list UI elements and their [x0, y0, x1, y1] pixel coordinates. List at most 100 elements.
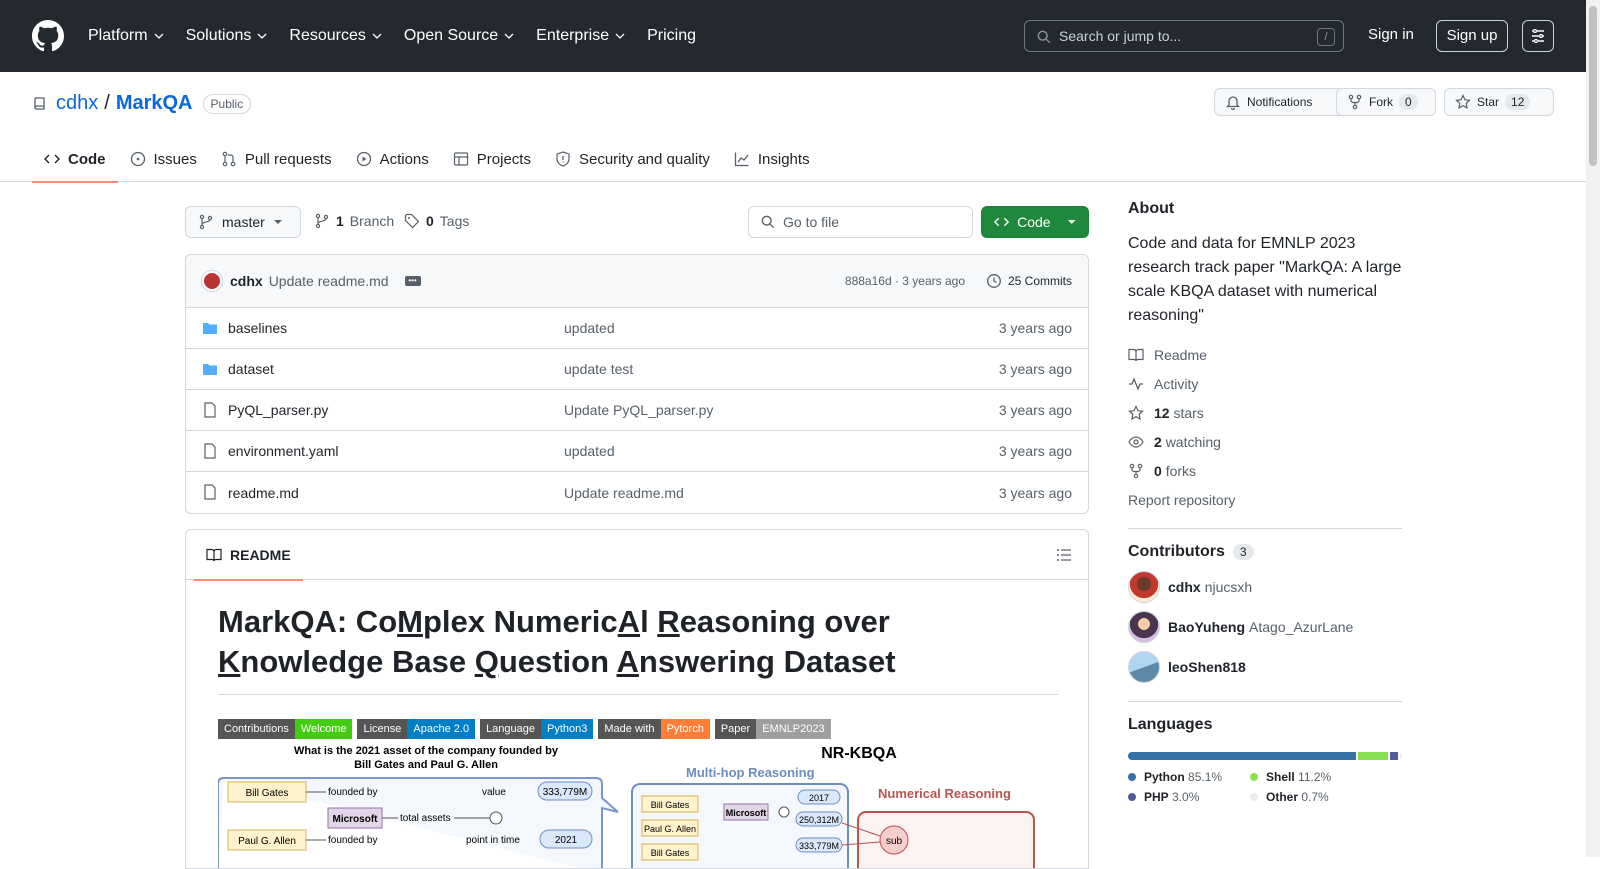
activity-link[interactable]: Activity: [1128, 369, 1402, 398]
star-icon: [1128, 404, 1144, 420]
contributor-item[interactable]: BaoYuheng Atago_AzurLane: [1128, 607, 1402, 647]
contributors-heading[interactable]: Contributors: [1128, 543, 1225, 561]
file-row[interactable]: PyQL_parser.py Update PyQL_parser.py 3 y…: [186, 390, 1088, 431]
commit-hash-time[interactable]: 888a16d · 3 years ago: [845, 274, 965, 288]
readme-title: MarkQA: CoMplex NumericAl Reasoning over…: [218, 602, 1058, 695]
figure-question-line2: Bill Gates and Paul G. Allen: [354, 759, 498, 771]
tab-projects[interactable]: Projects: [441, 136, 543, 182]
chevron-down-icon: [154, 33, 164, 39]
figure-numerical-label: Numerical Reasoning: [878, 786, 1011, 801]
readme-link[interactable]: Readme: [1128, 340, 1402, 369]
sign-in-link[interactable]: Sign in: [1368, 26, 1414, 43]
tab-actions[interactable]: Actions: [344, 136, 441, 182]
nav-solutions[interactable]: Solutions: [186, 27, 268, 45]
tab-pull-requests[interactable]: Pull requests: [209, 136, 344, 182]
star-count: 12: [1505, 94, 1531, 110]
fork-button[interactable]: Fork 0: [1336, 88, 1436, 116]
badge-paper[interactable]: Paper EMNLP2023: [714, 719, 831, 739]
avatar: [1128, 651, 1160, 683]
file-name[interactable]: baselines: [228, 320, 287, 336]
tab-insights[interactable]: Insights: [722, 136, 822, 182]
page-scrollbar-thumb[interactable]: [1589, 6, 1597, 166]
figure-point-in-time-label: point in time: [466, 835, 520, 846]
tab-code[interactable]: Code: [32, 136, 118, 183]
file-commit-message[interactable]: Update readme.md: [564, 485, 684, 501]
tags-link[interactable]: 0 Tags: [404, 213, 469, 229]
notifications-button[interactable]: Notifications: [1214, 88, 1344, 116]
nav-enterprise[interactable]: Enterprise: [536, 27, 625, 45]
forks-link[interactable]: 0 forks: [1128, 456, 1402, 485]
tags-label: Tags: [439, 213, 470, 229]
figure-year: 2021: [555, 835, 578, 846]
file-age: 3 years ago: [998, 361, 1072, 377]
avatar[interactable]: [202, 271, 222, 291]
contributor-item[interactable]: cdhx njucsxh: [1128, 567, 1402, 607]
stars-link[interactable]: 12 stars: [1128, 398, 1402, 427]
figure-microsoft-small-label: Microsoft: [726, 808, 767, 818]
eye-icon: [1128, 435, 1144, 448]
nav-resources[interactable]: Resources: [289, 27, 382, 45]
file-row[interactable]: readme.md Update readme.md 3 years ago: [186, 472, 1088, 513]
figure-multihop-label: Multi-hop Reasoning: [686, 765, 815, 780]
file-row[interactable]: dataset update test 3 years ago: [186, 349, 1088, 390]
site-menu-button[interactable]: [1522, 20, 1554, 52]
language-bar-segment: [1358, 752, 1389, 760]
repo-owner-link[interactable]: cdhx: [56, 92, 98, 115]
git-branch-icon: [315, 213, 329, 229]
tab-issues[interactable]: Issues: [118, 136, 209, 182]
tags-count: 0: [426, 213, 434, 229]
search-icon: [1037, 30, 1051, 44]
file-commit-message[interactable]: updated: [564, 320, 615, 336]
commits-link[interactable]: 25 Commits: [986, 273, 1072, 289]
branch-name: master: [222, 214, 265, 230]
file-icon: [204, 484, 216, 500]
repo-name-link[interactable]: MarkQA: [116, 92, 193, 115]
language-item[interactable]: Shell 11.2%: [1250, 770, 1372, 784]
file-row[interactable]: environment.yaml updated 3 years ago: [186, 431, 1088, 472]
ellipsis-icon[interactable]: •••: [404, 276, 421, 286]
language-bar-segment: [1390, 752, 1399, 760]
file-commit-message[interactable]: Update PyQL_parser.py: [564, 402, 713, 418]
figure-250: 250,312M: [799, 815, 839, 825]
watching-link[interactable]: 2 watching: [1128, 427, 1402, 456]
badge-made-with[interactable]: Made with Pytorch: [598, 719, 710, 739]
badge-contributions[interactable]: Contributions Welcome: [218, 719, 353, 739]
readme-badges: Contributions Welcome License Apache 2.0 L…: [218, 719, 831, 739]
code-dropdown-button[interactable]: Code: [981, 206, 1089, 238]
star-button[interactable]: Star 12: [1444, 88, 1554, 116]
file-commit-message[interactable]: update test: [564, 361, 633, 377]
github-logo-icon[interactable]: [32, 20, 64, 52]
file-commit-message[interactable]: updated: [564, 443, 615, 459]
language-item[interactable]: Other 0.7%: [1250, 790, 1372, 804]
graph-icon: [734, 152, 749, 167]
commit-message[interactable]: Update readme.md: [269, 273, 389, 289]
file-icon: [204, 443, 216, 459]
sign-up-button[interactable]: Sign up: [1436, 20, 1508, 52]
branches-link[interactable]: 1 Branch: [314, 213, 394, 229]
file-name[interactable]: dataset: [228, 361, 274, 377]
contributor-item[interactable]: leoShen818: [1128, 647, 1402, 687]
language-item[interactable]: PHP 3.0%: [1128, 790, 1250, 804]
file-name[interactable]: environment.yaml: [228, 443, 339, 459]
file-browser: cdhx Update readme.md ••• 888a16d · 3 ye…: [185, 254, 1089, 514]
go-to-file-input[interactable]: Go to file: [748, 206, 973, 238]
commit-author[interactable]: cdhx: [230, 273, 263, 289]
badge-language[interactable]: Language Python3: [480, 719, 594, 739]
branch-selector[interactable]: master: [185, 206, 301, 238]
readme-tab[interactable]: README: [194, 530, 303, 581]
badge-license[interactable]: License Apache 2.0: [357, 719, 476, 739]
file-name[interactable]: readme.md: [228, 485, 299, 501]
tab-security[interactable]: Security and quality: [543, 136, 722, 182]
nav-pricing[interactable]: Pricing: [647, 27, 696, 45]
report-repository-link[interactable]: Report repository: [1128, 485, 1402, 514]
figure-bill-label: Bill Gates: [246, 788, 289, 799]
nav-open-source[interactable]: Open Source: [404, 27, 514, 45]
language-bar-segment: [1400, 752, 1402, 760]
search-input[interactable]: Search or jump to... /: [1024, 20, 1344, 52]
file-row[interactable]: baselines updated 3 years ago: [186, 308, 1088, 349]
file-name[interactable]: PyQL_parser.py: [228, 402, 328, 418]
figure-founded-label: founded by: [328, 835, 378, 846]
nav-platform[interactable]: Platform: [88, 27, 164, 45]
outline-list-icon[interactable]: [1056, 547, 1072, 563]
language-item[interactable]: Python 85.1%: [1128, 770, 1250, 784]
